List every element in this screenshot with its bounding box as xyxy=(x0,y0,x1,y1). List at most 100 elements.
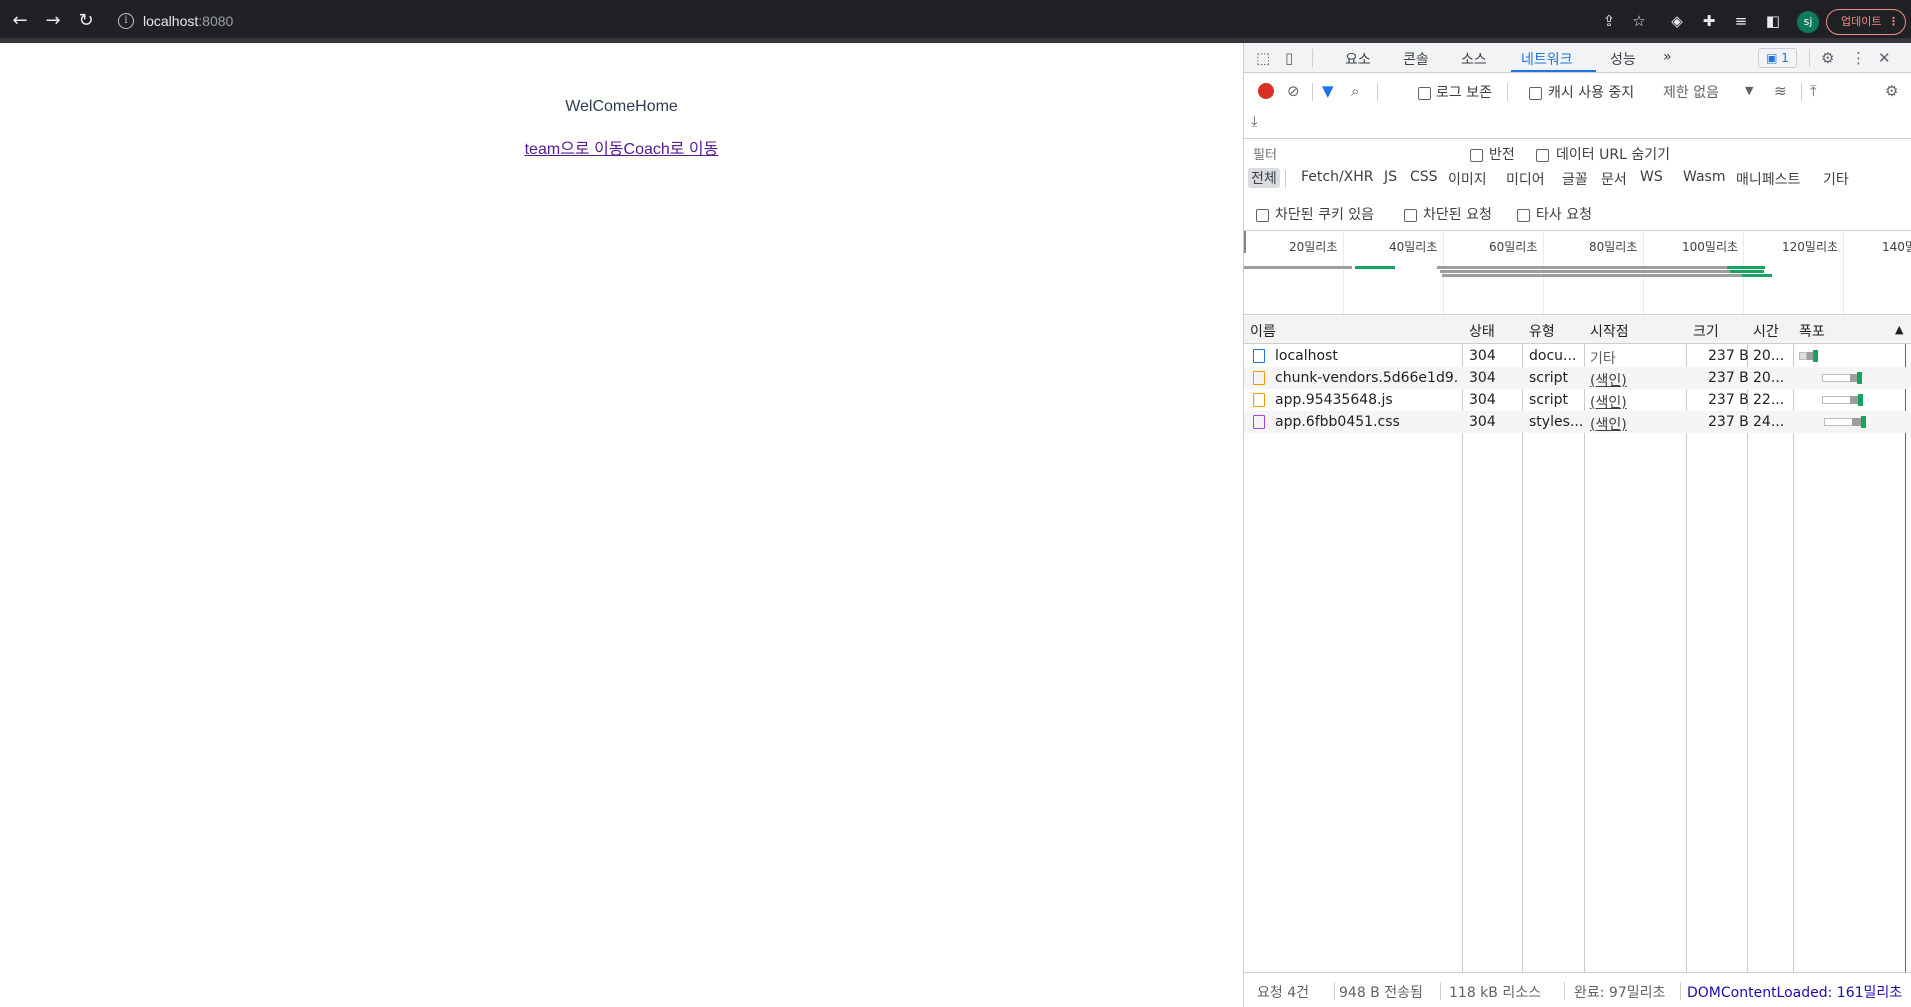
extension-icon[interactable]: ◈ xyxy=(1668,12,1686,30)
type-filter-other[interactable]: 기타 xyxy=(1823,169,1849,189)
invert-checkbox[interactable] xyxy=(1470,149,1483,162)
initiator-link[interactable]: (색인) xyxy=(1590,414,1627,434)
resource-size: 118 kB 리소스 xyxy=(1449,985,1541,1001)
tab-network[interactable]: 네트워크 xyxy=(1521,49,1573,69)
waterfall-bar xyxy=(1858,394,1863,406)
network-overview[interactable]: 20밀리초 40밀리초 60밀리초 80밀리초 100밀리초 120밀리초 14… xyxy=(1244,230,1911,315)
waterfall-bar xyxy=(1850,374,1857,382)
waterfall-bar xyxy=(1857,372,1862,384)
transferred-size: 948 B 전송됨 xyxy=(1339,985,1423,1001)
waterfall-bar xyxy=(1822,374,1852,382)
filter-icon[interactable]: ▼ xyxy=(1322,82,1334,100)
side-panel-icon[interactable]: ◧ xyxy=(1764,12,1782,30)
type-filter-css[interactable]: CSS xyxy=(1410,169,1438,185)
blocked-cookies-checkbox[interactable] xyxy=(1256,209,1269,222)
column-type[interactable]: 유형 xyxy=(1529,321,1555,341)
type-filter-js[interactable]: JS xyxy=(1384,169,1397,185)
table-row[interactable]: chunk-vendors.5d66e1d9... 304 script (색인… xyxy=(1244,367,1911,389)
device-toolbar-icon[interactable]: ▯ xyxy=(1285,49,1293,67)
settings-gear-icon[interactable]: ⚙ xyxy=(1821,49,1834,67)
share-icon[interactable]: ⇪ xyxy=(1600,12,1618,30)
type-filter-doc[interactable]: 문서 xyxy=(1601,169,1627,189)
tab-elements[interactable]: 요소 xyxy=(1345,49,1371,69)
avatar[interactable]: sj xyxy=(1797,11,1819,33)
blocked-requests-checkbox[interactable] xyxy=(1404,209,1417,222)
issues-badge[interactable]: ▣ 1 xyxy=(1758,48,1797,68)
request-count: 요청 4건 xyxy=(1257,985,1309,1001)
disable-cache-checkbox[interactable] xyxy=(1529,87,1542,100)
overview-bar xyxy=(1437,266,1727,269)
reading-list-icon[interactable]: ≡ xyxy=(1732,12,1750,30)
more-tabs-button[interactable]: » xyxy=(1663,49,1672,65)
import-har-icon[interactable]: ⤒ xyxy=(1810,82,1817,100)
column-name[interactable]: 이름 xyxy=(1250,321,1276,341)
extensions-puzzle-icon[interactable]: ✚ xyxy=(1700,12,1718,30)
forward-icon[interactable]: → xyxy=(43,11,63,31)
initiator-link[interactable]: (색인) xyxy=(1590,392,1627,412)
table-row[interactable]: app.95435648.js 304 script (색인) 237 B 22… xyxy=(1244,389,1911,411)
table-row[interactable]: app.6fbb0451.css 304 styles... (색인) 237 … xyxy=(1244,411,1911,433)
sort-up-icon[interactable]: ▲ xyxy=(1895,323,1903,336)
coach-link[interactable]: Coach로 이동 xyxy=(624,141,719,158)
tick-label: 60밀리초 xyxy=(1489,240,1538,254)
waterfall-bar xyxy=(1852,418,1861,426)
type-filter-wasm[interactable]: Wasm xyxy=(1683,169,1725,185)
tick-label: 40밀리초 xyxy=(1389,240,1438,254)
overview-bar xyxy=(1244,266,1352,269)
record-button[interactable] xyxy=(1258,83,1274,99)
network-conditions-icon[interactable]: ≋ xyxy=(1774,82,1787,100)
team-link[interactable]: team으로 이동 xyxy=(525,141,624,158)
network-settings-gear-icon[interactable]: ⚙ xyxy=(1885,82,1898,100)
export-har-icon[interactable]: ⤓ xyxy=(1251,112,1258,130)
overview-bar xyxy=(1442,274,1742,277)
page-viewport: WelComeHome team으로 이동Coach로 이동 xyxy=(0,43,1243,1007)
active-tab-indicator xyxy=(1511,70,1596,72)
column-waterfall[interactable]: 폭포 xyxy=(1799,321,1825,341)
third-party-checkbox[interactable] xyxy=(1517,209,1530,222)
menu-dots-icon: ⋮ xyxy=(1888,15,1899,28)
throttling-select[interactable]: 제한 없음 xyxy=(1663,82,1719,102)
type-filter-img[interactable]: 이미지 xyxy=(1448,169,1487,189)
reload-icon[interactable]: ↻ xyxy=(76,11,96,31)
tab-sources[interactable]: 소스 xyxy=(1461,49,1487,69)
preserve-log-checkbox[interactable] xyxy=(1418,87,1431,100)
tick-label: 80밀리초 xyxy=(1589,240,1638,254)
waterfall-bar xyxy=(1813,350,1818,362)
back-icon[interactable]: ← xyxy=(10,11,30,31)
overview-bar xyxy=(1355,266,1395,269)
hide-data-urls-checkbox[interactable] xyxy=(1536,149,1549,162)
table-row[interactable]: localhost 304 docu... 기타 237 B 20... xyxy=(1244,345,1911,367)
update-button[interactable]: 업데이트 ⋮ xyxy=(1826,9,1906,35)
waterfall-bar xyxy=(1822,396,1852,404)
column-status[interactable]: 상태 xyxy=(1469,321,1495,341)
site-info-icon[interactable]: i xyxy=(118,13,134,29)
column-size[interactable]: 크기 xyxy=(1693,321,1719,341)
bookmark-star-icon[interactable]: ☆ xyxy=(1630,12,1648,30)
waterfall-bar xyxy=(1824,418,1854,426)
type-filter-all[interactable]: 전체 xyxy=(1248,168,1280,188)
tab-console[interactable]: 콘솔 xyxy=(1403,49,1429,69)
search-icon[interactable]: ⌕ xyxy=(1351,82,1359,100)
script-file-icon xyxy=(1253,393,1265,407)
type-filter-fetch-xhr[interactable]: Fetch/XHR xyxy=(1301,169,1374,185)
close-icon[interactable]: ✕ xyxy=(1878,49,1891,67)
type-filter-manifest[interactable]: 매니페스트 xyxy=(1736,169,1800,189)
address-bar[interactable]: i localhost:8080 xyxy=(111,8,1591,35)
overview-bar xyxy=(1742,274,1772,277)
welcome-text: WelComeHome xyxy=(565,98,678,115)
tab-performance[interactable]: 성능 xyxy=(1610,49,1636,69)
type-filter-font[interactable]: 글꼴 xyxy=(1562,169,1588,189)
network-status-bar: 요청 4건 948 B 전송됨 118 kB 리소스 완료: 97밀리초 DOM… xyxy=(1244,972,1911,1007)
more-options-icon[interactable]: ⋮ xyxy=(1851,49,1866,67)
type-filter-media[interactable]: 미디어 xyxy=(1506,169,1545,189)
type-filter-ws[interactable]: WS xyxy=(1640,169,1663,185)
document-file-icon xyxy=(1253,349,1265,363)
initiator-link[interactable]: (색인) xyxy=(1590,370,1627,390)
chevron-down-icon[interactable]: ▼ xyxy=(1745,82,1753,100)
filter-input[interactable] xyxy=(1250,144,1450,166)
clear-icon[interactable]: ⊘ xyxy=(1287,82,1300,100)
inspect-element-icon[interactable]: ⬚ xyxy=(1256,49,1270,67)
waterfall-bar xyxy=(1850,396,1858,404)
column-initiator[interactable]: 시작점 xyxy=(1590,321,1629,341)
column-time[interactable]: 시간 xyxy=(1753,321,1779,341)
